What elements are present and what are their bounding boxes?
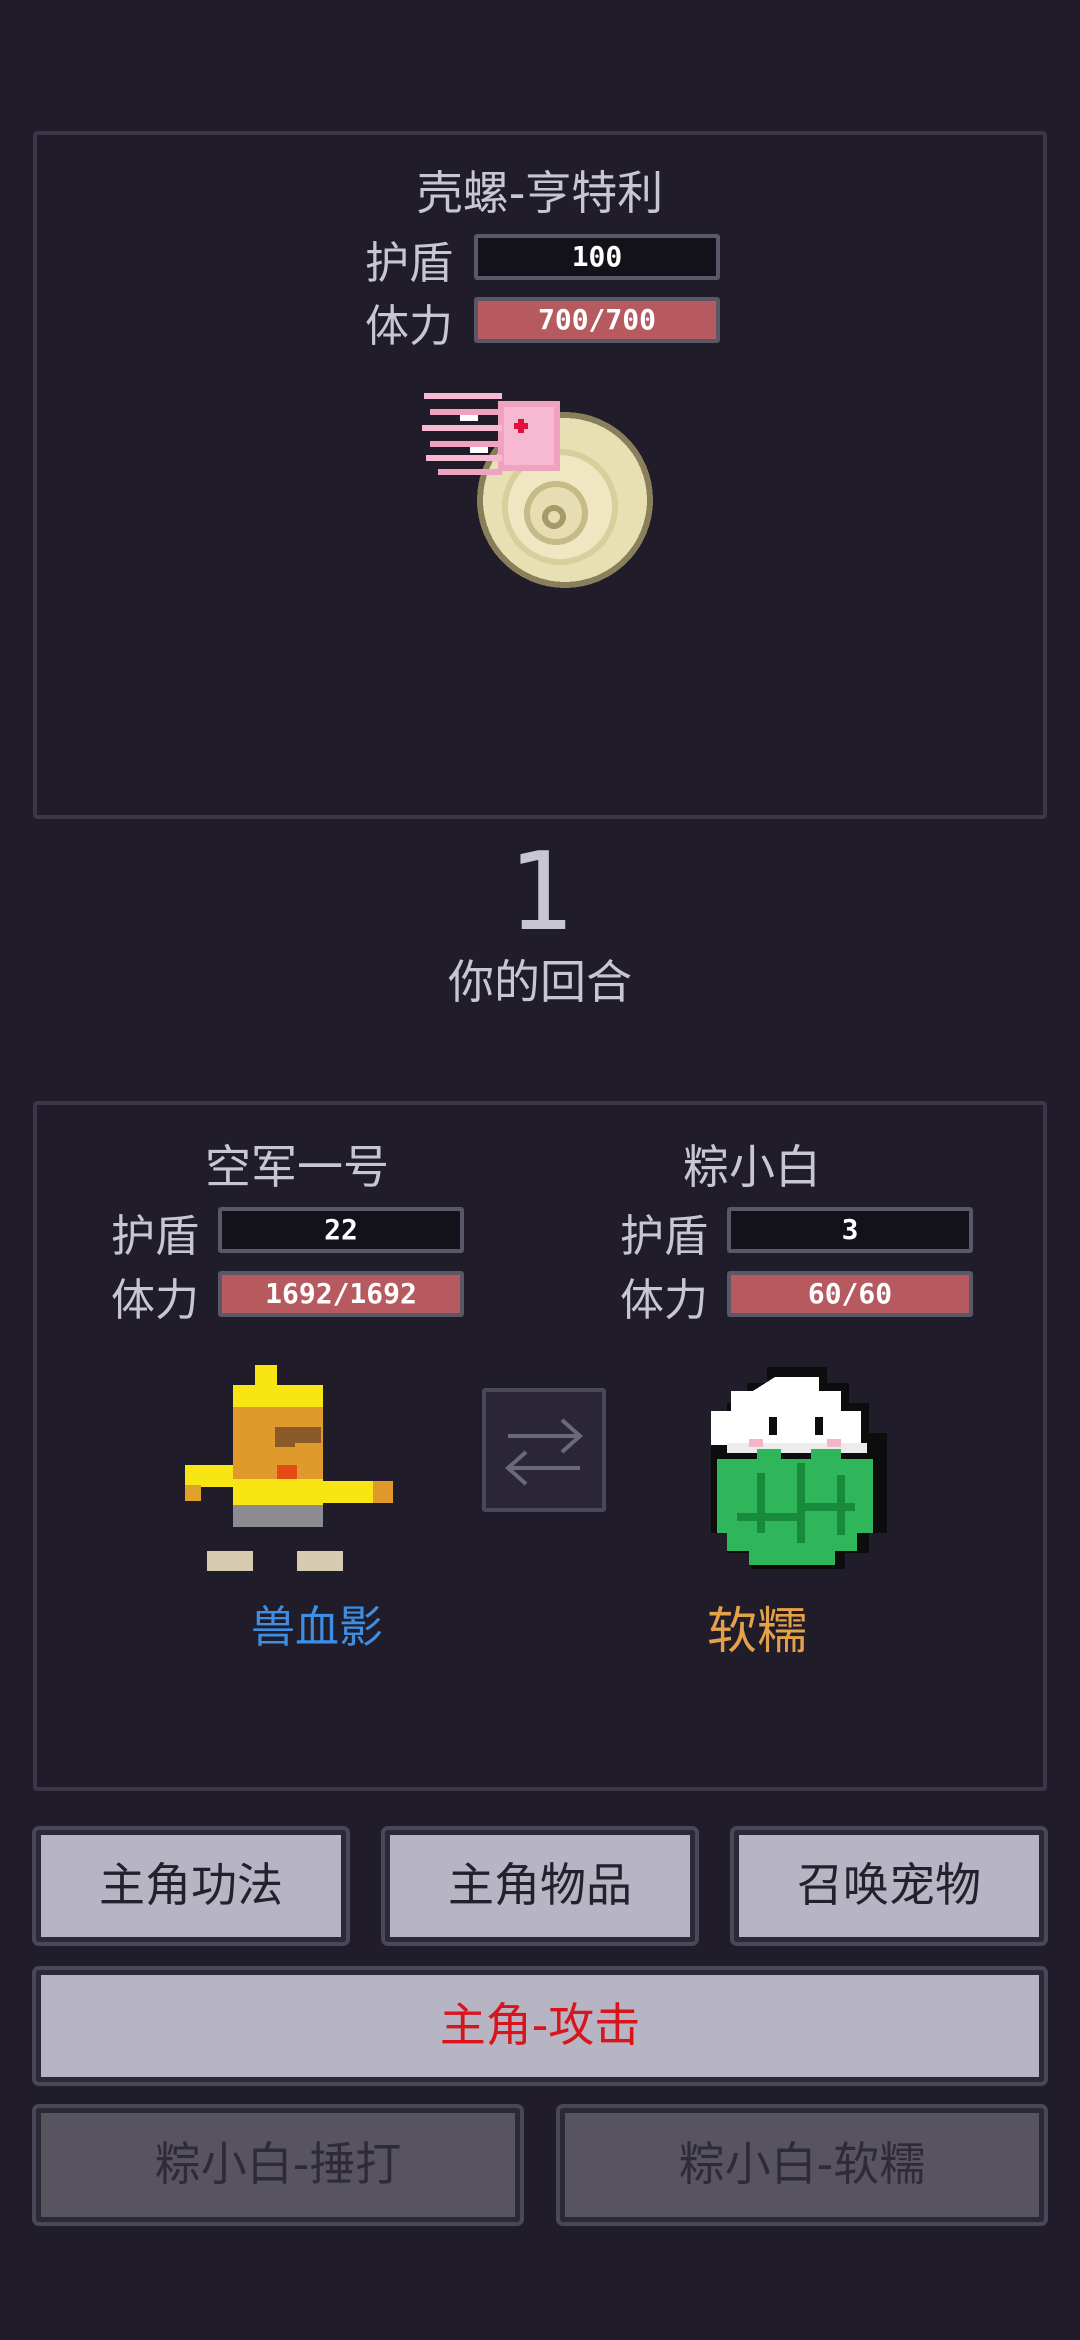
- party-panel: 空军一号 护盾 22 体力 1692/1692 粽小白 护盾 3 体力 60/6…: [33, 1101, 1047, 1791]
- enemy-shield-label: 护盾: [365, 238, 453, 289]
- pet-shield-value: 3: [841, 1213, 859, 1246]
- enemy-panel: 壳螺-亨特利 护盾 100 体力 700/700: [33, 131, 1047, 819]
- hero-skill-label[interactable]: 兽血影: [137, 1591, 497, 1655]
- enemy-hp-value: 700/700: [537, 303, 656, 336]
- pet-hp-bar: 60/60: [727, 1271, 973, 1317]
- hero-attack-button[interactable]: 主角-攻击: [32, 1966, 1048, 2086]
- hero-hp-value: 1692/1692: [265, 1277, 417, 1310]
- hero-shield-label: 护盾: [111, 1211, 199, 1262]
- enemy-shield-bar: 100: [474, 234, 720, 280]
- hero-name: 空军一号: [205, 1140, 389, 1194]
- pet-hp-label: 体力: [620, 1275, 708, 1326]
- turn-number: 1: [507, 830, 573, 955]
- enemy-shield-value: 100: [571, 240, 623, 273]
- hero-items-button[interactable]: 主角物品: [381, 1826, 699, 1946]
- hero-hp-bar: 1692/1692: [218, 1271, 464, 1317]
- hero-hp-label: 体力: [111, 1275, 199, 1326]
- swap-arrows-icon: [504, 1418, 584, 1486]
- summon-pet-button[interactable]: 召唤宠物: [730, 1826, 1048, 1946]
- pet-hit-button[interactable]: 粽小白-捶打: [32, 2104, 524, 2226]
- ammonite-enemy-sprite[interactable]: [420, 385, 670, 605]
- hero-sprite[interactable]: [185, 1365, 395, 1575]
- pet-sprite[interactable]: [697, 1363, 907, 1573]
- pet-hp-value: 60/60: [807, 1277, 893, 1310]
- pet-shield-label: 护盾: [620, 1211, 708, 1262]
- hero-shield-value: 22: [324, 1213, 358, 1246]
- turn-label: 你的回合: [448, 955, 632, 1009]
- swap-button[interactable]: [482, 1388, 606, 1512]
- pet-soft-button[interactable]: 粽小白-软糯: [556, 2104, 1048, 2226]
- enemy-name: 壳螺-亨特利: [416, 166, 664, 220]
- enemy-hp-bar: 700/700: [474, 297, 720, 343]
- hero-skills-button[interactable]: 主角功法: [32, 1826, 350, 1946]
- hero-shield-bar: 22: [218, 1207, 464, 1253]
- pet-skill-label[interactable]: 软糯: [657, 1591, 857, 1663]
- pet-shield-bar: 3: [727, 1207, 973, 1253]
- enemy-hp-label: 体力: [365, 301, 453, 352]
- pet-name: 粽小白: [683, 1140, 821, 1194]
